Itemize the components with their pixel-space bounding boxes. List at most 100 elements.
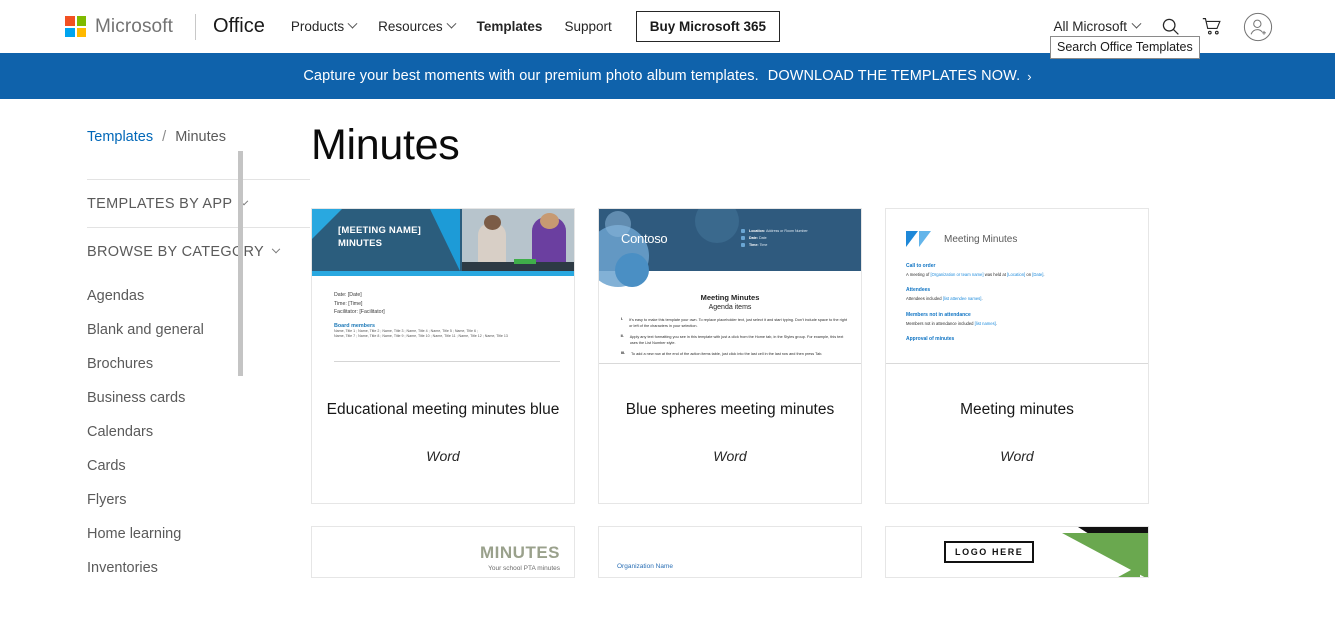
template-card-body: Educational meeting minutes blue Word <box>312 368 574 503</box>
nav-item-products[interactable]: Products <box>291 18 358 34</box>
all-microsoft-menu[interactable]: All Microsoft <box>1053 18 1142 34</box>
template-card[interactable]: LOGO HERE <box>885 526 1149 578</box>
template-thumbnail: Contoso Location: Address or Room Number… <box>599 209 861 368</box>
chevron-down-icon <box>271 244 281 254</box>
template-thumbnail: Organization Name <box>599 527 861 577</box>
template-card-app: Word <box>713 448 747 465</box>
template-grid: [MEETING NAME] MINUTES Date: [Date] Time… <box>311 208 1235 504</box>
template-card-app: Word <box>1000 448 1034 465</box>
thumb-meta-location: Address or Room Number <box>765 229 808 233</box>
thumb-meta-list: Location: Address or Room Number Date: D… <box>741 229 808 250</box>
nav-item-templates[interactable]: Templates <box>477 19 543 34</box>
agenda-number: II. <box>620 334 624 339</box>
sidebar-item-agendas[interactable]: Agendas <box>87 279 310 313</box>
promo-banner[interactable]: Capture your best moments with our premi… <box>0 53 1335 99</box>
agenda-text: It's easy to make this template your own… <box>629 318 848 329</box>
template-card-body: Meeting minutes Word <box>886 368 1148 503</box>
chevron-right-icon: › <box>1027 68 1032 84</box>
search-tooltip: Search Office Templates <box>1050 36 1200 59</box>
sidebar-section-label: TEMPLATES BY APP <box>87 196 233 212</box>
calendar-icon <box>741 236 745 240</box>
thumb-organization-name: Organization Name <box>617 563 673 570</box>
office-wordmark[interactable]: Office <box>213 15 265 38</box>
breadcrumb-current: Minutes <box>175 129 226 145</box>
category-list: Agendas Blank and general Brochures Busi… <box>87 275 310 585</box>
nav-item-support[interactable]: Support <box>564 19 611 34</box>
cart-button[interactable] <box>1201 16 1223 37</box>
sidebar-scrollbar-thumb[interactable] <box>238 151 243 376</box>
thumb-title: Meeting Minutes <box>700 293 760 302</box>
thumbnail-photo <box>462 209 574 271</box>
chevron-down-icon <box>347 18 358 29</box>
account-button[interactable] <box>1243 12 1273 42</box>
buy-microsoft-365-button[interactable]: Buy Microsoft 365 <box>635 11 781 42</box>
agenda-number: III. <box>620 351 625 356</box>
sidebar-item-home-learning[interactable]: Home learning <box>87 517 310 551</box>
chevron-down-icon <box>1131 18 1142 29</box>
sidebar-section-browse-by-category[interactable]: BROWSE BY CATEGORY <box>87 228 310 275</box>
template-grid-row-2: MINUTES Your school PTA minutes Organiza… <box>311 526 1235 578</box>
page-content: Templates / Minutes TEMPLATES BY APP BRO… <box>0 99 1335 585</box>
thumb-subtitle: Agenda items <box>708 304 752 311</box>
thumb-contoso-logo: Contoso <box>621 231 668 246</box>
template-card[interactable]: MINUTES Your school PTA minutes <box>311 526 575 578</box>
agenda-text: Apply any text formatting you see in thi… <box>629 335 844 346</box>
nav-item-label: Templates <box>476 19 543 34</box>
thumb-paragraph-attendees: Attendees included [list attendee names]… <box>906 296 983 302</box>
thumb-subtitle: Your school PTA minutes <box>488 565 560 572</box>
microsoft-logo[interactable]: Microsoft <box>65 16 173 38</box>
thumb-meta-date-label: Date: <box>749 236 758 240</box>
sidebar: Templates / Minutes TEMPLATES BY APP BRO… <box>0 99 310 585</box>
header-divider <box>194 13 196 40</box>
thumb-meta-time: Time <box>759 243 768 247</box>
agenda-number: I. <box>621 317 624 321</box>
thumb-time: Time: [Time] <box>334 300 363 307</box>
thumb-members-line2: Name, Title 7 ; Name, Title 8 ; Name, Ti… <box>334 334 508 339</box>
thumb-heading-attendees: Attendees <box>906 287 931 294</box>
template-thumbnail: [MEETING NAME] MINUTES Date: [Date] Time… <box>312 209 574 368</box>
template-card[interactable]: Organization Name <box>598 526 862 578</box>
thumb-heading-line2: MINUTES <box>338 237 383 249</box>
sidebar-section-templates-by-app[interactable]: TEMPLATES BY APP <box>87 180 310 227</box>
thumb-meta-date: Date <box>759 236 767 240</box>
thumb-logo-text: Meeting Minutes <box>944 233 1018 245</box>
thumb-heading-members-not-in-attendance: Members not in attendance <box>906 311 971 318</box>
template-card[interactable]: Contoso Location: Address or Room Number… <box>598 208 862 504</box>
all-microsoft-label: All Microsoft <box>1053 19 1127 34</box>
thumb-heading-call-to-order: Call to order <box>906 263 936 269</box>
template-thumbnail: MINUTES Your school PTA minutes <box>312 527 574 577</box>
nav-item-resources[interactable]: Resources <box>378 18 457 34</box>
template-card-body: Blue spheres meeting minutes Word <box>599 368 861 503</box>
template-thumbnail: Meeting Minutes Call to order A meeting … <box>886 209 1148 368</box>
primary-nav: Products Resources Templates Support <box>291 18 612 34</box>
main-column: Minutes [MEETING NAME] MINUTES Date: [Da… <box>310 99 1335 585</box>
nav-item-label: Resources <box>378 19 443 34</box>
template-card-title: Blue spheres meeting minutes <box>625 401 835 418</box>
thumb-meta-location-label: Location: <box>749 229 766 233</box>
sidebar-item-blank-and-general[interactable]: Blank and general <box>87 313 310 347</box>
sidebar-item-brochures[interactable]: Brochures <box>87 347 310 381</box>
promo-cta-link[interactable]: DOWNLOAD THE TEMPLATES NOW. <box>768 68 1020 84</box>
template-card-app: Word <box>426 448 460 465</box>
agenda-text: To add a new row at the end of the actio… <box>631 352 823 357</box>
thumb-logo-placeholder: LOGO HERE <box>944 541 1035 563</box>
chevron-mark-icon <box>906 231 938 247</box>
template-card[interactable]: Meeting Minutes Call to order A meeting … <box>885 208 1149 504</box>
cart-icon <box>1202 18 1221 35</box>
location-icon <box>741 229 745 233</box>
sidebar-item-business-cards[interactable]: Business cards <box>87 381 310 415</box>
breadcrumb-templates-link[interactable]: Templates <box>87 129 153 145</box>
nav-item-label: Support <box>564 19 612 34</box>
search-button[interactable] <box>1160 16 1181 37</box>
promo-text: Capture your best moments with our premi… <box>303 68 759 84</box>
thumb-date: Date: [Date] <box>334 292 362 298</box>
sidebar-item-flyers[interactable]: Flyers <box>87 483 310 517</box>
thumb-heading-approval-of-minutes: Approval of minutes <box>906 335 955 342</box>
sidebar-item-calendars[interactable]: Calendars <box>87 415 310 449</box>
template-card[interactable]: [MEETING NAME] MINUTES Date: [Date] Time… <box>311 208 575 504</box>
breadcrumb: Templates / Minutes <box>87 129 310 145</box>
search-icon <box>1162 18 1179 35</box>
sidebar-item-cards[interactable]: Cards <box>87 449 310 483</box>
account-icon <box>1243 12 1273 41</box>
sidebar-item-inventories[interactable]: Inventories <box>87 551 310 585</box>
